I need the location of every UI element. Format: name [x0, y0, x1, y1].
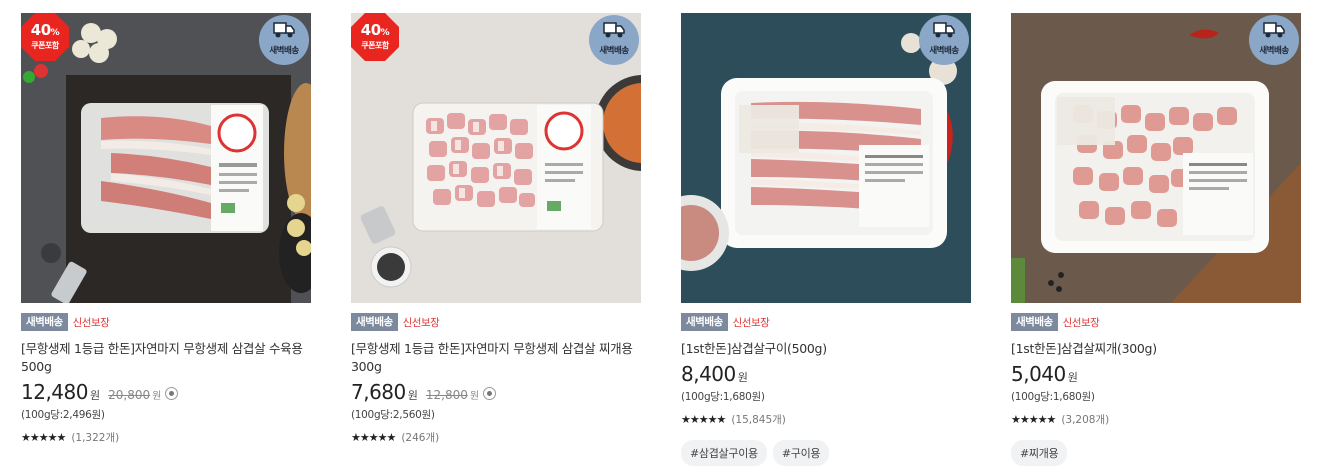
dawn-delivery-label: 새벽배송 [929, 46, 959, 56]
product-image[interactable]: 40% 쿠폰포함 새벽배송 [351, 13, 641, 303]
percent-sign: % [50, 28, 60, 38]
currency-label: 원 [89, 389, 101, 402]
dawn-delivery-badge: 새벽배송 [259, 15, 309, 65]
fresh-guarantee-tag: 신선보장 [72, 316, 110, 329]
percent-sign: % [380, 28, 390, 38]
coupon-badge: 40% 쿠폰포함 [351, 13, 399, 61]
product-name[interactable]: [무항생제 1등급 한돈]자연마지 무항생제 삼겹살 찌개용 300g [351, 340, 641, 376]
dawn-delivery-badge: 새벽배송 [589, 15, 639, 65]
review-count[interactable]: (3,208개) [1061, 412, 1109, 427]
rating: ★★★★★ (246개) [351, 430, 641, 444]
currency-label: 원 [1067, 371, 1078, 384]
dawn-delivery-badge: 새벽배송 [919, 15, 969, 65]
star-rating-icon: ★★★★★ [681, 412, 726, 426]
star-rating-icon: ★★★★★ [1011, 412, 1056, 426]
fresh-guarantee-tag: 신선보장 [402, 316, 440, 329]
star-rating-icon: ★★★★★ [351, 430, 396, 444]
truck-icon [1263, 22, 1285, 38]
dawn-delivery-label: 새벽배송 [599, 46, 629, 56]
rating: ★★★★★ (3,208개) [1011, 412, 1301, 426]
sale-price: 12,480 [21, 380, 88, 404]
fresh-guarantee-tag: 신선보장 [732, 316, 770, 329]
product-card[interactable]: 40% 쿠폰포함 새벽배송 새벽배송 신선보장 [무항생제 1등급 한돈]자연마… [351, 13, 641, 444]
product-name[interactable]: [1st한돈]삼겹살구이(500g) [681, 340, 971, 358]
original-price: 12,800 [425, 388, 468, 402]
dawn-delivery-tag: 새벽배송 [21, 313, 68, 331]
product-image[interactable]: 40% 쿠폰포함 새벽배송 [21, 13, 311, 303]
truck-icon [273, 22, 295, 38]
currency-label: 원 [737, 371, 748, 384]
truck-icon [933, 22, 955, 38]
original-currency-label: 원 [469, 391, 480, 402]
star-rating-icon: ★★★★★ [21, 430, 66, 444]
dawn-delivery-tag: 새벽배송 [351, 313, 398, 331]
fresh-guarantee-tag: 신선보장 [1062, 316, 1100, 329]
product-name[interactable]: [무항생제 1등급 한돈]자연마지 무항생제 삼겹살 수육용 500g [21, 340, 311, 376]
original-price: 20,800 [108, 388, 151, 402]
coupon-percent: 40 [360, 21, 381, 39]
review-count[interactable]: (15,845개) [731, 412, 786, 427]
info-icon[interactable] [483, 387, 497, 400]
dawn-delivery-tag: 새벽배송 [681, 313, 728, 331]
unit-price: (100g당:1,680원) [681, 391, 765, 403]
unit-price: (100g당:1,680원) [1011, 391, 1095, 403]
product-card[interactable]: 40% 쿠폰포함 새벽배송 새벽배송 신선보장 [무항생제 1등급 한돈]자연마… [21, 13, 311, 444]
product-card[interactable]: 새벽배송 새벽배송 신선보장 [1st한돈]삼겹살구이(500g) 8,400 … [681, 13, 971, 466]
tag-chip[interactable]: #구이용 [772, 440, 830, 466]
truck-icon [603, 22, 625, 38]
dawn-delivery-tag: 새벽배송 [1011, 313, 1058, 331]
coupon-label: 쿠폰포함 [361, 41, 389, 50]
coupon-badge: 40% 쿠폰포함 [21, 13, 69, 61]
unit-price: (100g당:2,496원) [21, 409, 105, 421]
tag-list: #삼겹살구이용 #구이용 [681, 440, 971, 466]
dawn-delivery-label: 새벽배송 [1259, 46, 1289, 56]
dawn-delivery-badge: 새벽배송 [1249, 15, 1299, 65]
coupon-label: 쿠폰포함 [31, 41, 59, 50]
sale-price: 7,680 [351, 380, 406, 404]
unit-price: (100g당:2,560원) [351, 409, 435, 421]
rating: ★★★★★ (1,322개) [21, 430, 311, 444]
rating: ★★★★★ (15,845개) [681, 412, 971, 426]
product-card[interactable]: 새벽배송 새벽배송 신선보장 [1st한돈]삼겹살찌개(300g) 5,040 … [1011, 13, 1301, 466]
tag-chip[interactable]: #삼겹살구이용 [681, 440, 767, 466]
coupon-percent: 40 [30, 21, 51, 39]
dawn-delivery-label: 새벽배송 [269, 46, 299, 56]
product-image[interactable]: 새벽배송 [1011, 13, 1301, 303]
sale-price: 5,040 [1011, 362, 1066, 386]
product-image[interactable]: 새벽배송 [681, 13, 971, 303]
tag-chip[interactable]: #찌개용 [1011, 440, 1068, 466]
review-count[interactable]: (1,322개) [71, 430, 119, 445]
review-count[interactable]: (246개) [401, 430, 439, 445]
product-name[interactable]: [1st한돈]삼겹살찌개(300g) [1011, 340, 1301, 358]
original-currency-label: 원 [152, 391, 162, 402]
tag-list: #찌개용 [1011, 440, 1301, 466]
currency-label: 원 [407, 389, 418, 402]
sale-price: 8,400 [681, 362, 736, 386]
info-icon[interactable] [165, 387, 179, 400]
